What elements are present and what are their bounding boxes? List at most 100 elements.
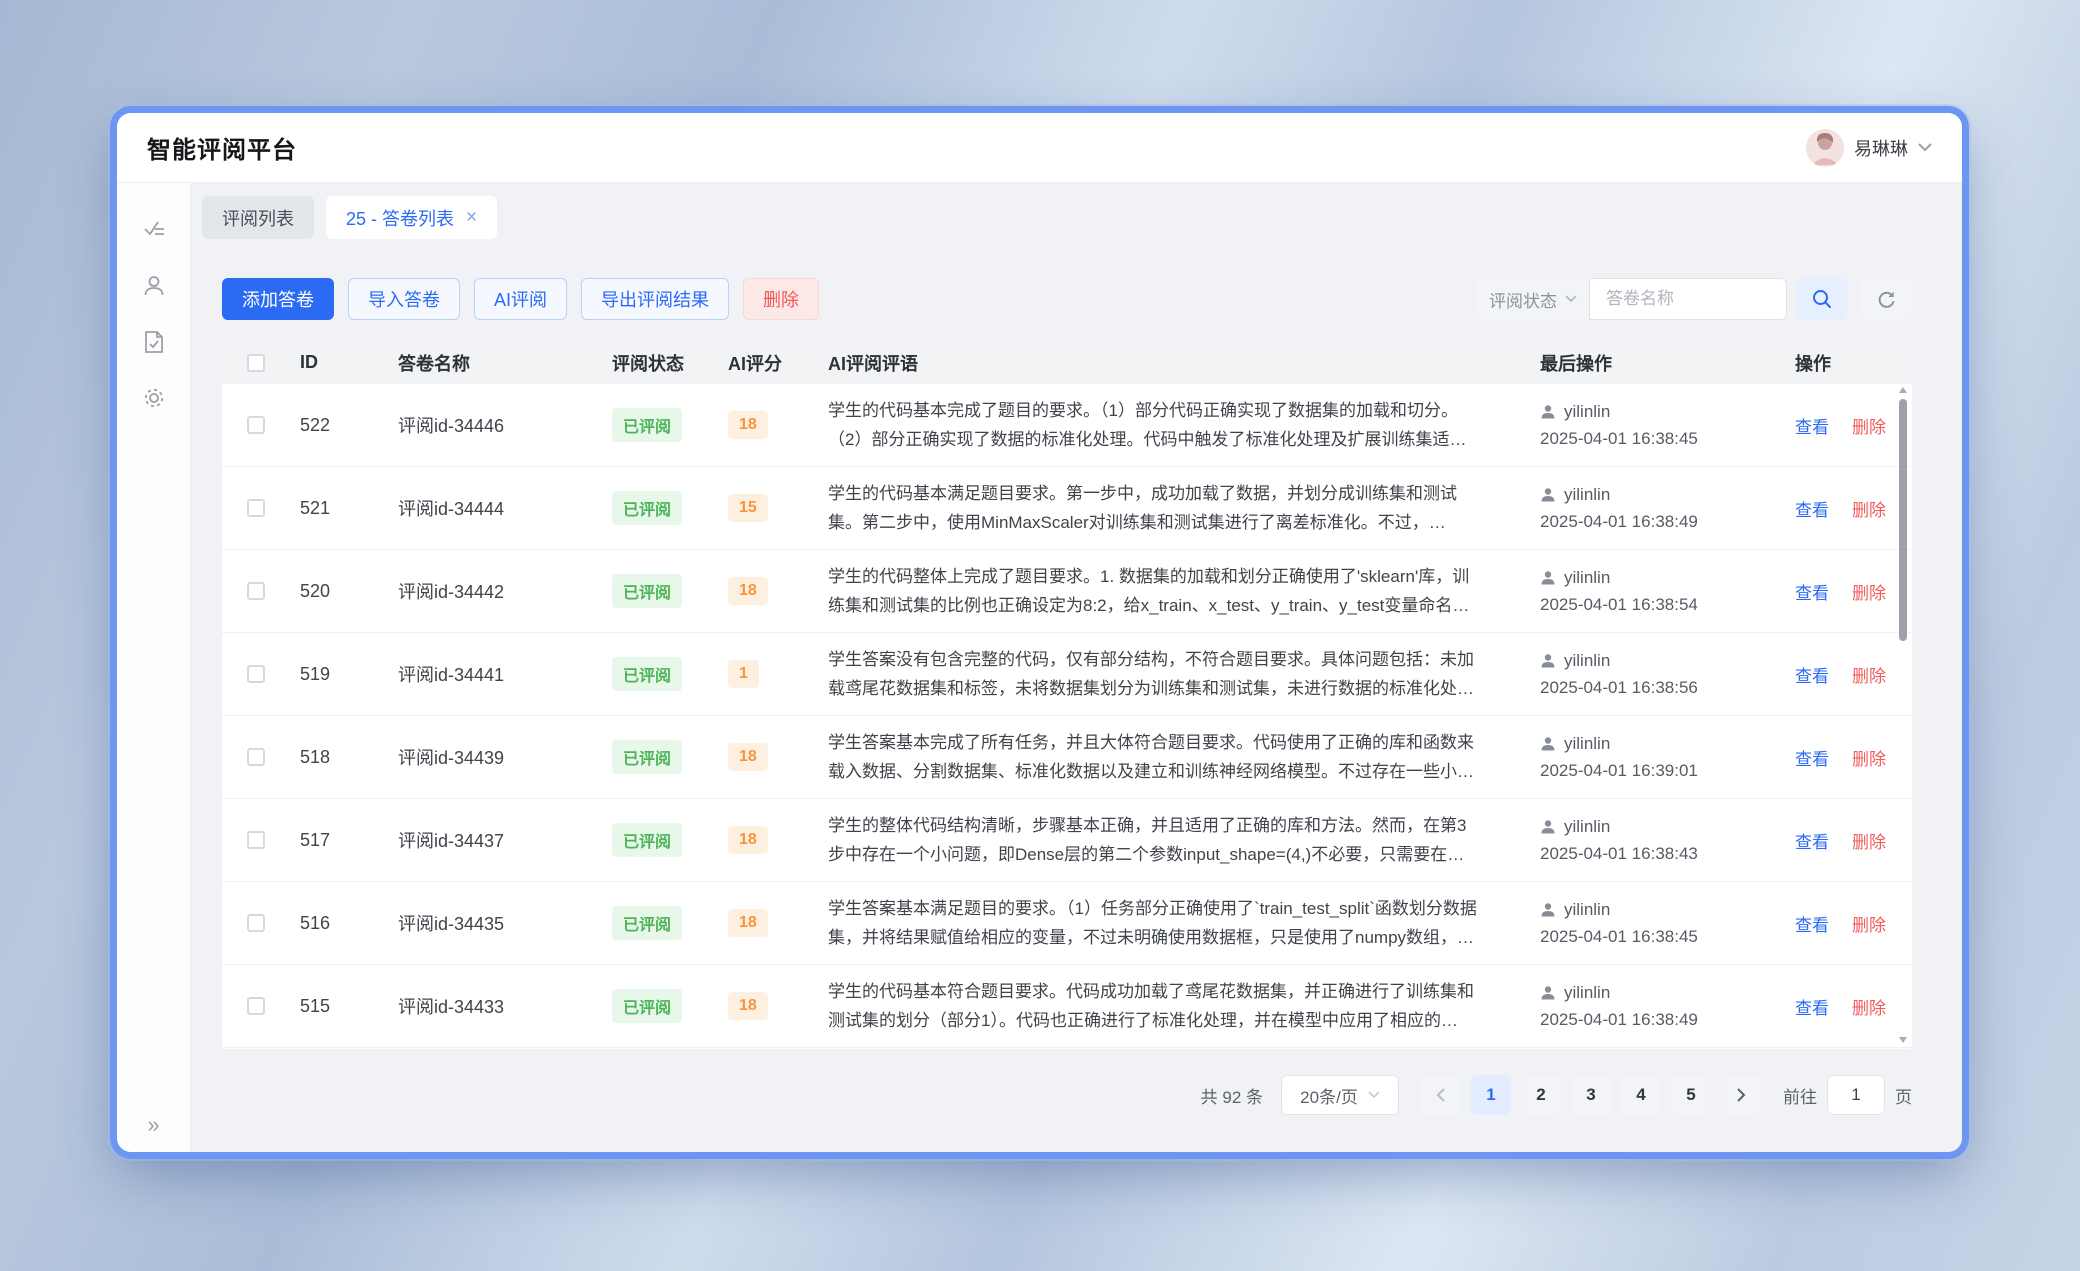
chevron-down-icon bbox=[1918, 143, 1932, 152]
window-header: 智能评阅平台 易琳琳 bbox=[117, 113, 1962, 183]
row-id: 521 bbox=[300, 498, 398, 519]
row-comment: 学生的代码基本符合题目要求。代码成功加载了鸢尾花数据集，并正确进行了训练集和测试… bbox=[828, 977, 1480, 1035]
user-menu[interactable]: 易琳琳 bbox=[1806, 129, 1932, 167]
page-button-4[interactable]: 4 bbox=[1621, 1075, 1661, 1115]
desktop: { "app": { "title": "智能评阅平台" }, "user": … bbox=[0, 0, 2080, 1271]
search-button[interactable] bbox=[1796, 278, 1848, 320]
row-checkbox[interactable] bbox=[247, 582, 265, 600]
row-name: 评阅id-34442 bbox=[398, 578, 612, 604]
sidebar-item-papers-document-check-icon[interactable] bbox=[141, 329, 167, 355]
goto-page-input[interactable] bbox=[1827, 1075, 1885, 1115]
table-row: 521 评阅id-34444 已评阅 15 学生的代码基本满足题目要求。第一步中… bbox=[222, 467, 1912, 550]
delete-link[interactable]: 删除 bbox=[1852, 667, 1886, 686]
delete-button[interactable]: 删除 bbox=[743, 278, 819, 320]
col-header-ops: 操作 bbox=[1795, 350, 1912, 376]
row-operator: yilinlin bbox=[1564, 734, 1610, 754]
row-name: 评阅id-34433 bbox=[398, 993, 612, 1019]
scrollbar-thumb[interactable] bbox=[1899, 399, 1907, 641]
row-comment: 学生答案基本完成了所有任务，并且大体符合题目要求。代码使用了正确的库和函数来载入… bbox=[828, 728, 1480, 786]
view-link[interactable]: 查看 bbox=[1795, 999, 1829, 1018]
table-row: 519 评阅id-34441 已评阅 1 学生答案没有包含完整的代码，仅有部分结… bbox=[222, 633, 1912, 716]
tab-answer-list[interactable]: 25 - 答卷列表 × bbox=[326, 196, 497, 239]
row-checkbox[interactable] bbox=[247, 914, 265, 932]
refresh-icon bbox=[1875, 288, 1897, 310]
sidebar-item-users-person-icon[interactable] bbox=[141, 273, 167, 299]
status-badge: 已评阅 bbox=[612, 989, 682, 1023]
tab-review-list[interactable]: 评阅列表 bbox=[202, 196, 314, 239]
delete-link[interactable]: 删除 bbox=[1852, 999, 1886, 1018]
status-badge: 已评阅 bbox=[612, 906, 682, 940]
row-checkbox[interactable] bbox=[247, 499, 265, 517]
row-name: 评阅id-34439 bbox=[398, 744, 612, 770]
page-button-2[interactable]: 2 bbox=[1521, 1075, 1561, 1115]
row-id: 522 bbox=[300, 415, 398, 436]
view-link[interactable]: 查看 bbox=[1795, 667, 1829, 686]
row-comment: 学生的代码基本完成了题目的要求。（1）部分代码正确实现了数据集的加载和切分。（2… bbox=[828, 396, 1480, 454]
view-link[interactable]: 查看 bbox=[1795, 418, 1829, 437]
app-title: 智能评阅平台 bbox=[147, 130, 297, 165]
page-unit-label: 页 bbox=[1895, 1083, 1912, 1108]
avatar[interactable] bbox=[1806, 129, 1844, 167]
row-id: 515 bbox=[300, 996, 398, 1017]
score-badge: 1 bbox=[728, 660, 759, 688]
user-icon bbox=[1540, 736, 1556, 752]
view-link[interactable]: 查看 bbox=[1795, 584, 1829, 603]
sidebar-item-review-checklist-icon[interactable] bbox=[141, 217, 167, 243]
row-id: 518 bbox=[300, 747, 398, 768]
view-link[interactable]: 查看 bbox=[1795, 501, 1829, 520]
row-comment: 学生的代码基本满足题目要求。第一步中，成功加载了数据，并划分成训练集和测试集。第… bbox=[828, 479, 1480, 537]
row-id: 520 bbox=[300, 581, 398, 602]
row-time: 2025-04-01 16:38:49 bbox=[1540, 512, 1795, 532]
sidebar-collapse-icon[interactable]: » bbox=[117, 1112, 190, 1138]
page-button-5[interactable]: 5 bbox=[1671, 1075, 1711, 1115]
sidebar-item-settings-gear-icon[interactable] bbox=[141, 385, 167, 411]
row-name: 评阅id-34444 bbox=[398, 495, 612, 521]
row-checkbox[interactable] bbox=[247, 748, 265, 766]
row-time: 2025-04-01 16:38:45 bbox=[1540, 429, 1795, 449]
delete-link[interactable]: 删除 bbox=[1852, 584, 1886, 603]
user-icon bbox=[1540, 985, 1556, 1001]
prev-page-button[interactable] bbox=[1421, 1075, 1461, 1115]
col-header-score: AI评分 bbox=[728, 350, 828, 376]
scroll-up-icon[interactable] bbox=[1899, 387, 1907, 393]
export-results-button[interactable]: 导出评阅结果 bbox=[581, 278, 729, 320]
goto-label: 前往 bbox=[1783, 1083, 1817, 1108]
row-operator: yilinlin bbox=[1564, 817, 1610, 837]
row-checkbox[interactable] bbox=[247, 416, 265, 434]
score-badge: 18 bbox=[728, 411, 768, 439]
score-badge: 18 bbox=[728, 826, 768, 854]
delete-link[interactable]: 删除 bbox=[1852, 418, 1886, 437]
view-link[interactable]: 查看 bbox=[1795, 750, 1829, 769]
row-operator: yilinlin bbox=[1564, 651, 1610, 671]
delete-link[interactable]: 删除 bbox=[1852, 916, 1886, 935]
delete-link[interactable]: 删除 bbox=[1852, 501, 1886, 520]
view-link[interactable]: 查看 bbox=[1795, 833, 1829, 852]
table-row: 520 评阅id-34442 已评阅 18 学生的代码整体上完成了题目要求。1.… bbox=[222, 550, 1912, 633]
close-icon[interactable]: × bbox=[466, 208, 477, 227]
row-time: 2025-04-01 16:38:45 bbox=[1540, 927, 1795, 947]
delete-link[interactable]: 删除 bbox=[1852, 750, 1886, 769]
page-size-select[interactable]: 20条/页 bbox=[1281, 1075, 1399, 1115]
page-button-3[interactable]: 3 bbox=[1571, 1075, 1611, 1115]
ai-review-button[interactable]: AI评阅 bbox=[474, 278, 567, 320]
chevron-down-icon bbox=[1368, 1091, 1380, 1099]
review-status-select[interactable]: 评阅状态 bbox=[1477, 278, 1589, 320]
view-link[interactable]: 查看 bbox=[1795, 916, 1829, 935]
row-checkbox[interactable] bbox=[247, 831, 265, 849]
row-checkbox[interactable] bbox=[247, 997, 265, 1015]
status-badge: 已评阅 bbox=[612, 408, 682, 442]
select-all-checkbox[interactable] bbox=[247, 354, 265, 372]
refresh-button[interactable] bbox=[1860, 278, 1912, 320]
scroll-down-icon[interactable] bbox=[1899, 1037, 1907, 1043]
delete-link[interactable]: 删除 bbox=[1852, 833, 1886, 852]
status-badge: 已评阅 bbox=[612, 491, 682, 525]
answer-name-search-input[interactable] bbox=[1589, 278, 1787, 320]
row-checkbox[interactable] bbox=[247, 665, 265, 683]
row-operator: yilinlin bbox=[1564, 568, 1610, 588]
import-answer-button[interactable]: 导入答卷 bbox=[348, 278, 460, 320]
add-answer-button[interactable]: 添加答卷 bbox=[222, 278, 334, 320]
next-page-button[interactable] bbox=[1721, 1075, 1761, 1115]
table-scrollbar[interactable] bbox=[1898, 387, 1908, 1043]
page-button-1[interactable]: 1 bbox=[1471, 1075, 1511, 1115]
row-time: 2025-04-01 16:38:49 bbox=[1540, 1010, 1795, 1030]
